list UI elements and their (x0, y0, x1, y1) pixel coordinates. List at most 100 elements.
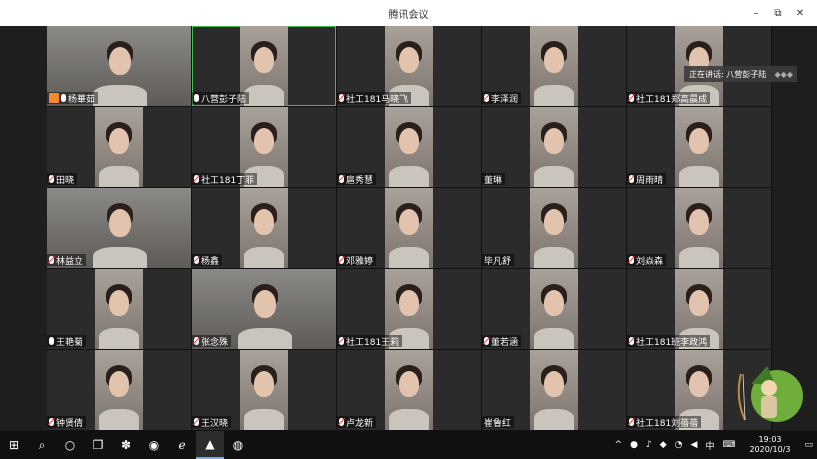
participant-name: 卢龙新 (346, 418, 374, 429)
participant-tile[interactable]: 林益立 (47, 188, 192, 269)
restore-button[interactable]: ⧉ (767, 8, 789, 19)
participant-tile[interactable]: 毕凡舒 (482, 188, 627, 269)
edge-icon[interactable]: ℯ (168, 431, 196, 459)
participant-video (240, 350, 288, 430)
participant-video (240, 188, 288, 268)
participant-tile[interactable]: 周雨晴 (627, 107, 772, 188)
app-icon[interactable]: ✽ (112, 431, 140, 459)
participant-namebar: 社工181马晓飞 (337, 92, 412, 105)
chrome-icon[interactable]: ◍ (224, 431, 252, 459)
minimize-button[interactable]: – (745, 8, 767, 19)
ime-mode-icon[interactable]: ⌨ (718, 440, 739, 450)
participant-name: 林益立 (56, 256, 84, 267)
participant-tile[interactable]: 扈秀慧 (337, 107, 482, 188)
video-body (534, 166, 574, 187)
taskbar-clock[interactable]: 19:03 2020/10/3 (739, 435, 800, 455)
start-windows-icon[interactable]: ⊞ (0, 431, 28, 459)
video-face (254, 209, 274, 236)
wifi-icon[interactable]: ◔ (671, 440, 687, 450)
clock-time: 19:03 (758, 435, 782, 444)
video-body (99, 328, 139, 349)
video-body (99, 166, 139, 187)
participant-tile[interactable]: 钟贤倩 (47, 350, 192, 431)
participant-video (95, 269, 143, 349)
participant-tile[interactable]: 八营彭子陆 (192, 26, 337, 107)
video-face (689, 128, 709, 155)
participant-namebar: 毕凡舒 (482, 254, 515, 267)
participant-tile[interactable]: 张念殊 (192, 269, 337, 350)
participant-name: 八营彭子陆 (201, 94, 247, 105)
ime-indicator[interactable]: 中 (701, 439, 718, 452)
participant-name: 崔鲁红 (484, 418, 512, 429)
participant-tile[interactable]: 社工181丁菲 (192, 107, 337, 188)
video-body (534, 409, 574, 430)
video-face (109, 290, 129, 317)
participant-namebar: 王汉晓 (192, 416, 232, 429)
video-grid: 杨華茹 八营彭子陆 社工181马晓飞 李泽润 社工181郑高晨成田晓 社工181丁菲 扈秀慧… (47, 26, 772, 431)
participant-namebar: 社工181刘蓓蓓 (627, 416, 702, 429)
tray-app-icon[interactable]: ◆ (656, 440, 671, 450)
participant-namebar: 王艳菊 (47, 335, 87, 348)
cortana-icon[interactable]: ○ (56, 431, 84, 459)
mic-muted-icon (484, 337, 489, 345)
video-body (389, 247, 429, 268)
windows-taskbar: ⊞ ⌕ ○ ❐ ✽ ◉ ℯ ▲ ◍ ^ ● ♪ ◆ ◔ ◀ 中 ⌨ 19:03 … (0, 431, 817, 459)
participant-tile[interactable]: 社工181马晓飞 (337, 26, 482, 107)
tray-expand-icon[interactable]: ^ (611, 440, 627, 450)
close-button[interactable]: ✕ (789, 8, 811, 19)
video-body (534, 247, 574, 268)
video-body (237, 328, 292, 349)
mic-muted-icon (629, 175, 634, 183)
system-tray: ^ ● ♪ ◆ ◔ ◀ 中 ⌨ 19:03 2020/10/3 ▭ (611, 431, 817, 459)
participant-tile[interactable]: 卢龙新 (337, 350, 482, 431)
video-face (689, 290, 709, 317)
mic-muted-icon (629, 94, 634, 102)
microphone-icon[interactable]: ● (626, 440, 642, 450)
participant-tile[interactable]: 杨華茹 (47, 26, 192, 107)
participant-name: 田晓 (56, 175, 75, 186)
participant-tile[interactable]: 王艳菊 (47, 269, 192, 350)
volume-icon[interactable]: ◀ (687, 440, 702, 450)
participant-namebar: 林益立 (47, 254, 87, 267)
participant-tile[interactable]: 邓雅婷 (337, 188, 482, 269)
video-face (253, 290, 276, 319)
mic-muted-icon (339, 175, 344, 183)
mic-muted-icon (339, 337, 344, 345)
search-icon[interactable]: ⌕ (28, 431, 56, 459)
participant-video (95, 350, 143, 430)
participant-tile[interactable]: 杨鑫 (192, 188, 337, 269)
video-body (679, 247, 719, 268)
participant-tile[interactable]: 王汉晓 (192, 350, 337, 431)
video-face (399, 371, 419, 398)
mic-muted-icon (484, 94, 489, 102)
mic-muted-icon (194, 337, 199, 345)
task-view-icon[interactable]: ❐ (84, 431, 112, 459)
notification-bell-icon[interactable]: ♪ (642, 440, 656, 450)
video-face (689, 371, 709, 398)
action-center-icon[interactable]: ▭ (800, 440, 817, 450)
participant-namebar: 社工181丁菲 (192, 173, 258, 186)
participant-tile[interactable]: 田晓 (47, 107, 192, 188)
video-face (399, 290, 419, 317)
participant-tile[interactable]: 董若涵 (482, 269, 627, 350)
participant-name: 李泽润 (491, 94, 519, 105)
participant-tile[interactable]: 社工181班李政鸿 (627, 269, 772, 350)
participant-namebar: 八营彭子陆 (192, 92, 250, 105)
participant-namebar: 社工181郑高晨成 (627, 92, 711, 105)
participant-tile[interactable]: 董琳 (482, 107, 627, 188)
participant-tile[interactable]: 刘焱森 (627, 188, 772, 269)
mic-muted-icon (339, 256, 344, 264)
participant-video (385, 188, 433, 268)
participant-tile[interactable]: 社工181王莉 (337, 269, 482, 350)
title-bar: 腾讯会议 – ⧉ ✕ (0, 0, 817, 26)
tencent-meeting-icon[interactable]: ▲ (196, 431, 224, 459)
browser-icon[interactable]: ◉ (140, 431, 168, 459)
mic-muted-icon (629, 256, 634, 264)
video-face (108, 47, 131, 76)
participant-name: 刘焱森 (636, 256, 664, 267)
participant-tile[interactable]: 李泽润 (482, 26, 627, 107)
participant-name: 社工181丁菲 (201, 175, 255, 186)
participant-name: 社工181刘蓓蓓 (636, 418, 699, 429)
participant-tile[interactable]: 崔鲁红 (482, 350, 627, 431)
participant-name: 王汉晓 (201, 418, 229, 429)
